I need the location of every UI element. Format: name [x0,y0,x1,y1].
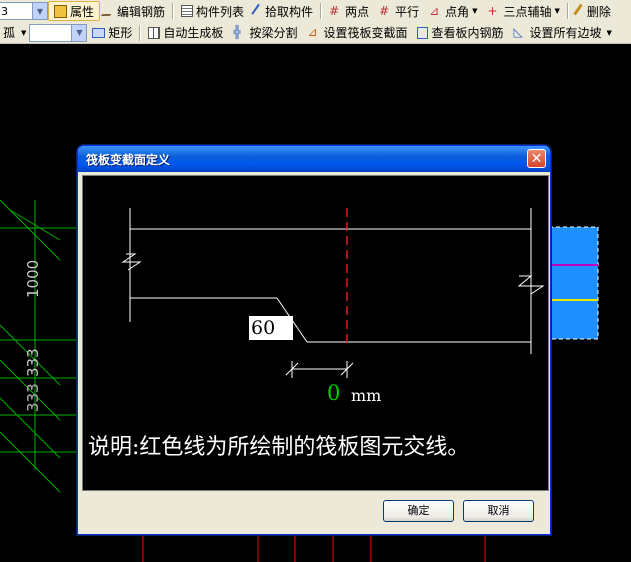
toolbar-separator [172,3,175,19]
list-icon [181,5,194,17]
close-button[interactable]: ✕ [527,149,546,168]
dim-text-1000: 1000 [24,260,42,298]
cancel-button[interactable]: 取消 [463,500,534,522]
dim-text-333-c: 333 [24,383,42,412]
dim-text-333-a: 333 [24,348,42,377]
edit-rebar-button[interactable]: 编辑钢筋 [100,1,170,21]
delete-button[interactable]: 删除 [571,1,616,21]
view-rebar-icon [417,26,429,39]
floor-combo[interactable]: 3 ▼ [0,2,48,20]
section-preview: 60 0 mm 说明:红色线为所绘制的筏板图元交线。 [82,175,549,491]
dialog-title: 筏板变截面定义 [86,153,171,167]
cancel-button-label: 取消 [487,504,510,517]
slope-icon: ◺ [513,25,523,39]
split-by-beam-button[interactable]: ╬ 按梁分割 [228,23,302,43]
properties-icon [54,4,67,18]
properties-button[interactable]: 属性 [48,1,101,21]
raft-slab[interactable] [548,226,599,340]
pick-component-button[interactable]: 拾取构件 [249,1,318,21]
point-angle-label: 点角 [445,4,470,19]
rectangle-icon [92,27,106,38]
ok-button[interactable]: 确定 [383,500,454,522]
point-angle-button[interactable]: ⊿ 点角 ▼ [424,1,482,21]
auto-generate-slab-label: 自动生成板 [163,26,224,40]
raft-section-dialog: 筏板变截面定义 ✕ 60 0 mm 说明:红色线为所绘制的筏板图元交线。 确定 … [77,145,551,535]
chevron-down-icon[interactable]: ▼ [472,7,477,15]
main-toolbar: 3 ▼ 属性 编辑钢筋 构件列表 拾取构件 # 两点 # 平行 ⊿ 点角 ▼ +… [0,0,631,23]
rectangle-label: 矩形 [108,26,133,40]
picker-icon [251,3,265,19]
component-list-button[interactable]: 构件列表 [176,1,249,21]
chevron-down-icon[interactable]: ▼ [555,7,560,15]
offset-value[interactable]: 0 [327,381,340,405]
chevron-down-icon[interactable]: ▼ [32,3,47,19]
arc-mode-combo[interactable]: 孤 ▼ [0,23,29,43]
split-by-beam-label: 按梁分割 [249,26,298,40]
split-icon: ╬ [233,25,241,39]
set-all-slopes-label: 设置所有边坡 [529,26,602,40]
parallel-label: 平行 [395,4,420,19]
chevron-down-icon[interactable]: ▼ [607,29,612,37]
parallel-axis-icon: # [379,3,390,18]
eraser-icon [573,3,587,19]
chevron-down-icon[interactable]: ▼ [21,29,26,37]
three-point-axis-icon: + [487,3,498,18]
toolbar-separator [139,24,142,41]
two-point-label: 两点 [345,4,370,19]
parallel-button[interactable]: # 平行 [374,1,424,21]
drawing-toolbar: 孤 ▼ ▼ 矩形 自动生成板 ╬ 按梁分割 ⊿ 设置筏板变截面 查看板内钢筋 ◺… [0,22,631,44]
two-point-button[interactable]: # 两点 [324,1,374,21]
three-point-axis-label: 三点辅轴 [503,4,552,19]
two-point-axis-icon: # [329,3,340,18]
set-raft-section-label: 设置筏板变截面 [323,26,408,40]
raft-section-icon: ⊿ [307,25,318,39]
arc-mode-label: 孤 [3,26,16,40]
pencil-icon [100,6,119,16]
set-all-slopes-button[interactable]: ◺ 设置所有边坡 ▼ [508,23,616,43]
auto-generate-slab-button[interactable]: 自动生成板 [143,23,228,43]
chevron-down-icon[interactable]: ▼ [71,24,87,41]
point-angle-icon: ⊿ [429,3,440,18]
unit-label: mm [351,386,382,405]
edit-rebar-label: 编辑钢筋 [117,4,166,19]
cut-lines [142,533,486,562]
ok-button-label: 确定 [407,504,430,517]
floor-combo-value: 3 [1,4,8,18]
view-slab-rebar-button[interactable]: 查看板内钢筋 [412,23,508,43]
description-note: 说明:红色线为所绘制的筏板图元交线。 [88,435,470,460]
properties-label: 属性 [70,4,95,19]
delete-label: 删除 [586,4,611,19]
rectangle-button[interactable]: 矩形 [87,23,137,43]
toolbar-separator [320,3,323,19]
toolbar-separator [566,3,569,19]
grid-icon [148,26,161,39]
dialog-titlebar[interactable]: 筏板变截面定义 ✕ [78,146,550,172]
close-icon: ✕ [530,151,543,167]
slope-dimension-label[interactable]: 60 [249,316,293,340]
component-list-label: 构件列表 [196,4,245,19]
three-point-axis-button[interactable]: + 三点辅轴 ▼ [483,1,565,21]
value-combo[interactable]: ▼ [29,23,88,42]
set-raft-section-button[interactable]: ⊿ 设置筏板变截面 [302,23,412,43]
view-slab-rebar-label: 查看板内钢筋 [431,26,504,40]
guide-lines [0,199,77,493]
pick-component-label: 拾取构件 [265,4,314,19]
